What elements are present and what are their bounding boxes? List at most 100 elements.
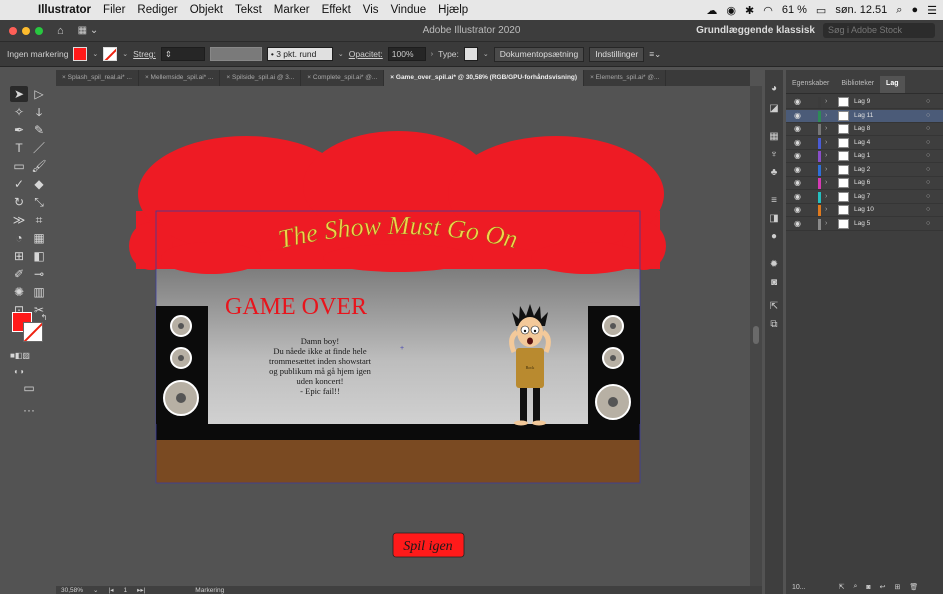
graph-tool-icon[interactable]: ▥ xyxy=(30,284,48,300)
symbols-icon[interactable]: ♣ xyxy=(768,168,780,178)
type-tool-icon[interactable]: T xyxy=(10,140,28,156)
artboard-number[interactable]: 1 xyxy=(123,587,127,594)
curvature-tool-icon[interactable]: ✎ xyxy=(30,122,48,138)
lasso-icon[interactable]: ↆ xyxy=(30,104,48,120)
menu-marker[interactable]: Marker xyxy=(268,4,316,16)
layer-row[interactable]: ◉ › Lag 5 ○ xyxy=(786,218,943,231)
close-window-button[interactable] xyxy=(9,26,17,35)
layer-name[interactable]: Lag 1 xyxy=(854,152,870,159)
chevron-down-icon[interactable]: ⌄ xyxy=(93,586,98,594)
rotate-tool-icon[interactable]: ↻ xyxy=(10,194,28,210)
vertical-scrollbar[interactable] xyxy=(750,86,762,586)
screen-mode-icon[interactable]: ▭ xyxy=(20,380,38,396)
bluetooth-icon[interactable]: ✱ xyxy=(745,4,754,17)
expand-chevron-icon[interactable]: › xyxy=(825,98,827,106)
battery-percent[interactable]: 61 % xyxy=(782,4,807,16)
artboards-icon[interactable]: ⧉ xyxy=(768,320,780,330)
chevron-down-icon[interactable]: ⌄ xyxy=(122,50,128,58)
eraser-icon[interactable]: ◆ xyxy=(30,176,48,192)
minimize-window-button[interactable] xyxy=(22,26,30,35)
arrange-icon[interactable]: ≡⌄ xyxy=(649,49,661,60)
layer-name[interactable]: Lag 11 xyxy=(854,112,873,119)
line-tool-icon[interactable]: ／ xyxy=(30,140,48,156)
chevron-right-icon[interactable]: › xyxy=(431,51,433,58)
visibility-eye-icon[interactable]: ◉ xyxy=(794,165,802,174)
menu-objekt[interactable]: Objekt xyxy=(184,4,229,16)
menu-tekst[interactable]: Tekst xyxy=(229,4,268,16)
shape-builder-icon[interactable]: ◔ xyxy=(10,230,28,246)
canvas-area[interactable]: The Show Must Go On GAME OVER Damn boy! … xyxy=(56,86,750,586)
graphic-styles-icon[interactable]: ◙ xyxy=(768,278,780,288)
width-tool-icon[interactable]: ≫ xyxy=(10,212,28,228)
sync-icon[interactable]: ◉ xyxy=(726,4,736,17)
menu-filer[interactable]: Filer xyxy=(97,4,131,16)
expand-chevron-icon[interactable]: › xyxy=(825,220,827,228)
appearance-icon[interactable]: ✹ xyxy=(768,260,780,270)
zoom-field[interactable]: 30,58% xyxy=(61,587,83,594)
export-icon[interactable]: ⇱ xyxy=(768,302,780,312)
gradient-tool-icon[interactable]: ◧ xyxy=(30,248,48,264)
preferences-button[interactable]: Indstillinger xyxy=(589,46,645,62)
opacity-field[interactable]: 100% xyxy=(387,47,426,61)
layer-row[interactable]: ◉ › Lag 4 ○ xyxy=(786,137,943,150)
layer-row[interactable]: ◉ › Lag 8 ○ xyxy=(786,123,943,136)
eyedropper-icon[interactable]: ✐ xyxy=(10,266,28,282)
symbol-sprayer-icon[interactable]: ✺ xyxy=(10,284,28,300)
visibility-eye-icon[interactable]: ◉ xyxy=(794,111,802,120)
menu-vindue[interactable]: Vindue xyxy=(385,4,433,16)
layer-row[interactable]: ◉ › Lag 11 ○ xyxy=(786,109,943,123)
shaper-tool-icon[interactable]: ✓ xyxy=(10,176,28,192)
layer-name[interactable]: Lag 2 xyxy=(854,166,870,173)
stroke-weight-field[interactable]: ⇕ xyxy=(160,47,205,61)
visibility-eye-icon[interactable]: ◉ xyxy=(794,152,802,160)
document-setup-button[interactable]: Dokumentopsætning xyxy=(493,46,585,62)
layer-name[interactable]: Lag 4 xyxy=(854,139,870,146)
expand-chevron-icon[interactable]: › xyxy=(825,139,827,147)
cloud-icon[interactable]: ☁ xyxy=(706,4,717,17)
new-sublayer-icon[interactable]: ↩ xyxy=(880,583,886,591)
control-center-icon[interactable]: ☰ xyxy=(927,4,937,17)
color-mode-icon[interactable]: ■◧▨ xyxy=(10,348,30,364)
visibility-eye-icon[interactable]: ◉ xyxy=(794,125,802,133)
gradient-panel-icon[interactable]: ◨ xyxy=(768,214,780,224)
chevron-down-icon[interactable]: ⌄ xyxy=(483,50,489,58)
visibility-eye-icon[interactable]: ◉ xyxy=(794,138,802,147)
target-circle-icon[interactable]: ○ xyxy=(926,125,930,132)
menu-vis[interactable]: Vis xyxy=(357,4,385,16)
zoom-window-button[interactable] xyxy=(35,26,43,35)
tab-layers[interactable]: Lag xyxy=(880,76,905,93)
target-circle-icon[interactable]: ○ xyxy=(926,193,930,200)
menu-effekt[interactable]: Effekt xyxy=(316,4,357,16)
next-artboard-icon[interactable]: ▸▸| xyxy=(137,586,145,594)
expand-chevron-icon[interactable]: › xyxy=(825,125,827,133)
visibility-eye-icon[interactable]: ◉ xyxy=(794,219,802,228)
rectangle-tool-icon[interactable]: ▭ xyxy=(10,158,28,174)
delete-layer-icon[interactable]: 🗑 xyxy=(909,583,918,591)
doc-tab[interactable]: × Splash_spil_real.ai* ... xyxy=(56,70,139,86)
menu-app-name[interactable]: Illustrator xyxy=(34,4,97,16)
first-artboard-icon[interactable]: |◂ xyxy=(109,586,114,594)
layer-name[interactable]: Lag 10 xyxy=(854,206,874,213)
layer-row[interactable]: ◉ › Lag 1 ○ xyxy=(786,150,943,163)
expand-chevron-icon[interactable]: › xyxy=(825,179,827,187)
edit-toolbar-icon[interactable]: ··· xyxy=(20,402,38,418)
layer-name[interactable]: Lag 9 xyxy=(854,98,870,105)
pen-tool-icon[interactable]: ✒ xyxy=(10,122,28,138)
export-layers-icon[interactable]: ⇱ xyxy=(839,583,845,591)
target-circle-icon[interactable]: ○ xyxy=(926,166,930,173)
layer-name[interactable]: Lag 6 xyxy=(854,179,870,186)
doc-tab[interactable]: × Mellemside_spil.ai* ... xyxy=(139,70,221,86)
layer-row[interactable]: ◉ › Lag 6 ○ xyxy=(786,177,943,190)
workspace-switcher-icon[interactable]: ▦ ⌄ xyxy=(78,25,99,36)
free-transform-icon[interactable]: ⌗ xyxy=(30,212,48,228)
target-circle-icon[interactable]: ○ xyxy=(926,206,930,213)
home-icon[interactable]: ⌂ xyxy=(57,25,64,37)
paintbrush-icon[interactable]: 🖌 xyxy=(30,158,48,174)
visibility-eye-icon[interactable]: ◉ xyxy=(794,192,802,201)
swap-colors-icon[interactable]: ↰ xyxy=(35,310,53,326)
perspective-grid-icon[interactable]: ▦ xyxy=(30,230,48,246)
target-circle-icon[interactable]: ○ xyxy=(926,220,930,227)
drawing-mode-icon[interactable]: ◐◑ xyxy=(10,364,28,380)
expand-chevron-icon[interactable]: › xyxy=(825,112,827,120)
direct-selection-tool-icon[interactable]: ▷ xyxy=(30,86,48,102)
